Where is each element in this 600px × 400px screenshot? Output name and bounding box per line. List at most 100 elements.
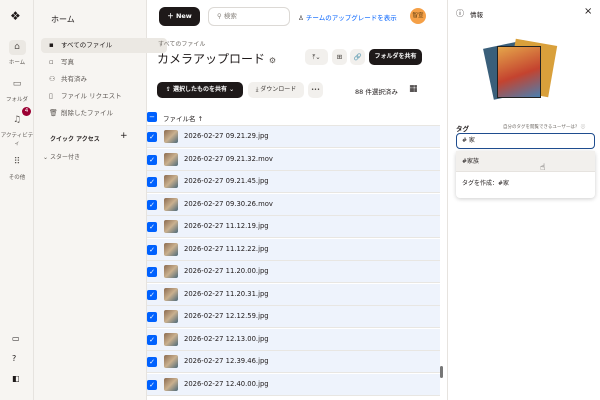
tag-help-link[interactable]: 自分のタグを閲覧できるユーザーは？ ⓘ [503,124,585,130]
column-header-name[interactable]: ファイル名 ↑ [163,113,203,123]
file-name[interactable]: 2026-02-27 09.21.29.jpg [184,132,269,140]
row-checkbox[interactable]: ✓ [147,312,157,322]
trash-icon: 🗑 [49,109,58,117]
table-row[interactable]: ✓ 2026-02-27 11.12.22.jpg [147,238,440,261]
team-icon: ♙ [298,14,304,22]
starred-label: スター付き [49,154,80,161]
file-thumbnail [164,332,178,346]
starred-toggle[interactable]: ⌄ スター付き [43,152,80,161]
table-row[interactable]: ✓ 2026-02-27 12.39.46.jpg [147,351,440,373]
suggestion-item[interactable]: #家族 [456,151,595,172]
file-name[interactable]: 2026-02-27 12.39.46.jpg [184,357,269,365]
file-thumbnail [164,265,178,278]
rail-activity[interactable]: ♫ アクティビティ 4 [0,107,34,147]
help-icon[interactable]: ? [12,354,16,363]
rail-more[interactable]: ⠿ その他 [0,155,34,181]
quick-access-label: クイック アクセス [50,136,100,143]
selected-count: 88 件選択済み [355,88,398,96]
row-checkbox[interactable]: ✓ [147,154,157,165]
tag-help-text: 自分のタグを閲覧できるユーザーは？ [503,125,580,130]
panel-title: 情報 [470,11,483,19]
folder-icon: ▭ [12,79,22,89]
table-row[interactable]: ✓ 2026-02-27 12.40.00.jpg [147,373,440,396]
row-checkbox[interactable]: ✓ [147,289,157,300]
file-name[interactable]: 2026-02-27 11.20.00.jpg [184,267,269,275]
activity-badge: 4 [22,107,31,116]
file-thumbnail [164,355,178,368]
nav-label: 共有済み [61,75,87,83]
copy-link-button[interactable]: 🔗 [350,49,365,65]
file-name[interactable]: 2026-02-27 12.13.00.jpg [184,335,269,343]
more-button[interactable]: ••• [308,82,323,98]
nav-sidebar: ホーム ▪ すべてのファイル ▫ 写真 ⚇ 共有済み ▯ ファイル リクエスト 🗑 削除し… [34,0,167,400]
photo-icon: ▫ [49,58,54,66]
avatar[interactable]: 智宣 [410,8,426,24]
table-row[interactable]: ✓ 2026-02-27 09.21.45.jpg [147,171,440,193]
grid-icon: ⠿ [13,157,21,167]
new-folder-button[interactable]: ⊞ [332,49,347,65]
file-thumbnail [164,220,178,233]
scrollbar[interactable] [440,366,443,378]
search-input[interactable]: ⚲ 検索 [208,7,290,26]
dropbox-logo[interactable]: ❖ [10,9,21,23]
file-name[interactable]: 2026-02-27 09.30.26.mov [184,200,273,208]
breadcrumb[interactable]: すべてのファイル [158,39,205,48]
nav-label: ファイル リクエスト [61,92,122,100]
table-row[interactable]: ✓ 2026-02-27 09.21.32.mov [147,148,440,171]
rail-home[interactable]: ⌂ ホーム [0,40,34,66]
tag-label: タグ [456,125,469,133]
table-row[interactable]: ✓ 2026-02-27 11.12.19.jpg [147,216,440,238]
rail-folders[interactable]: ▭ フォルダ [0,77,34,103]
row-checkbox[interactable]: ✓ [147,357,157,367]
file-thumbnail [164,242,178,256]
row-checkbox[interactable]: ✓ [147,267,157,277]
share-folder-button[interactable]: フォルダを共有 [369,49,422,65]
nav-label: すべてのファイル [61,41,113,49]
file-name[interactable]: 2026-02-27 09.21.45.jpg [184,177,269,185]
left-rail: ❖ ⌂ ホーム ▭ フォルダ ♫ アクティビティ 4 ⠿ その他 ▭ ? ◧ [0,0,34,400]
select-all-checkbox[interactable]: − [147,112,157,122]
row-checkbox[interactable]: ✓ [147,132,157,142]
file-thumbnail [164,287,178,301]
file-name[interactable]: 2026-02-27 12.40.00.jpg [184,380,269,388]
search-icon: ⚲ [217,12,222,20]
nav-label: 写真 [61,58,74,66]
download-button[interactable]: ⤓ ダウンロード [248,82,304,98]
download-label: ダウンロード [260,86,297,93]
table-row[interactable]: ✓ 2026-02-27 12.13.00.jpg [147,328,440,351]
table-row[interactable]: ✓ 2026-02-27 09.30.26.mov [147,193,440,216]
upload-button[interactable]: ⤒⌄ [305,49,328,65]
row-checkbox[interactable]: ✓ [147,199,157,210]
file-thumbnail [164,377,178,391]
table-row[interactable]: ✓ 2026-02-27 12.12.59.jpg [147,306,440,328]
table-row[interactable]: ✓ 2026-02-27 11.20.31.jpg [147,283,440,306]
grid-view-icon[interactable]: ▦ [409,84,418,94]
files-icon: ▪ [49,41,54,49]
file-name[interactable]: 2026-02-27 11.12.22.jpg [184,245,269,253]
row-checkbox[interactable]: ✓ [147,177,157,187]
title-text: カメラアップロード [157,52,266,66]
sidebar-toggle-icon[interactable]: ◧ [12,374,20,383]
new-button[interactable]: ＋ New [159,7,200,26]
create-tag-item[interactable]: タグを作成：#家 [456,172,595,196]
table-row[interactable]: ✓ 2026-02-27 09.21.29.jpg [147,126,440,148]
file-name[interactable]: 2026-02-27 11.20.31.jpg [184,290,269,298]
file-name[interactable]: 2026-02-27 12.12.59.jpg [184,312,269,320]
row-checkbox[interactable]: ✓ [147,222,157,232]
file-name[interactable]: 2026-02-27 11.12.19.jpg [184,222,269,230]
settings-icon[interactable]: ⚙ [269,56,276,65]
row-checkbox[interactable]: ✓ [147,334,157,345]
file-name[interactable]: 2026-02-27 09.21.32.mov [184,155,273,163]
nav-title: ホーム [51,15,75,24]
cursor-hand-icon: ☝ [540,163,546,173]
quick-access-add-button[interactable]: + [120,131,128,141]
row-checkbox[interactable]: ✓ [147,379,157,390]
row-checkbox[interactable]: ✓ [147,244,157,255]
close-icon[interactable]: × [584,6,592,17]
info-panel: ⓘ 情報 × タグ 自分のタグを閲覧できるユーザーは？ ⓘ # 家 #家族 タグ… [447,0,600,400]
table-row[interactable]: ✓ 2026-02-27 11.20.00.jpg [147,261,440,283]
desktop-icon[interactable]: ▭ [12,334,20,343]
tag-input[interactable]: # 家 [456,133,595,149]
upgrade-link[interactable]: ♙ チームのアップグレードを表示 [298,12,397,22]
share-selected-button[interactable]: ⇪ 選択したものを共有 ⌄ [157,82,243,98]
